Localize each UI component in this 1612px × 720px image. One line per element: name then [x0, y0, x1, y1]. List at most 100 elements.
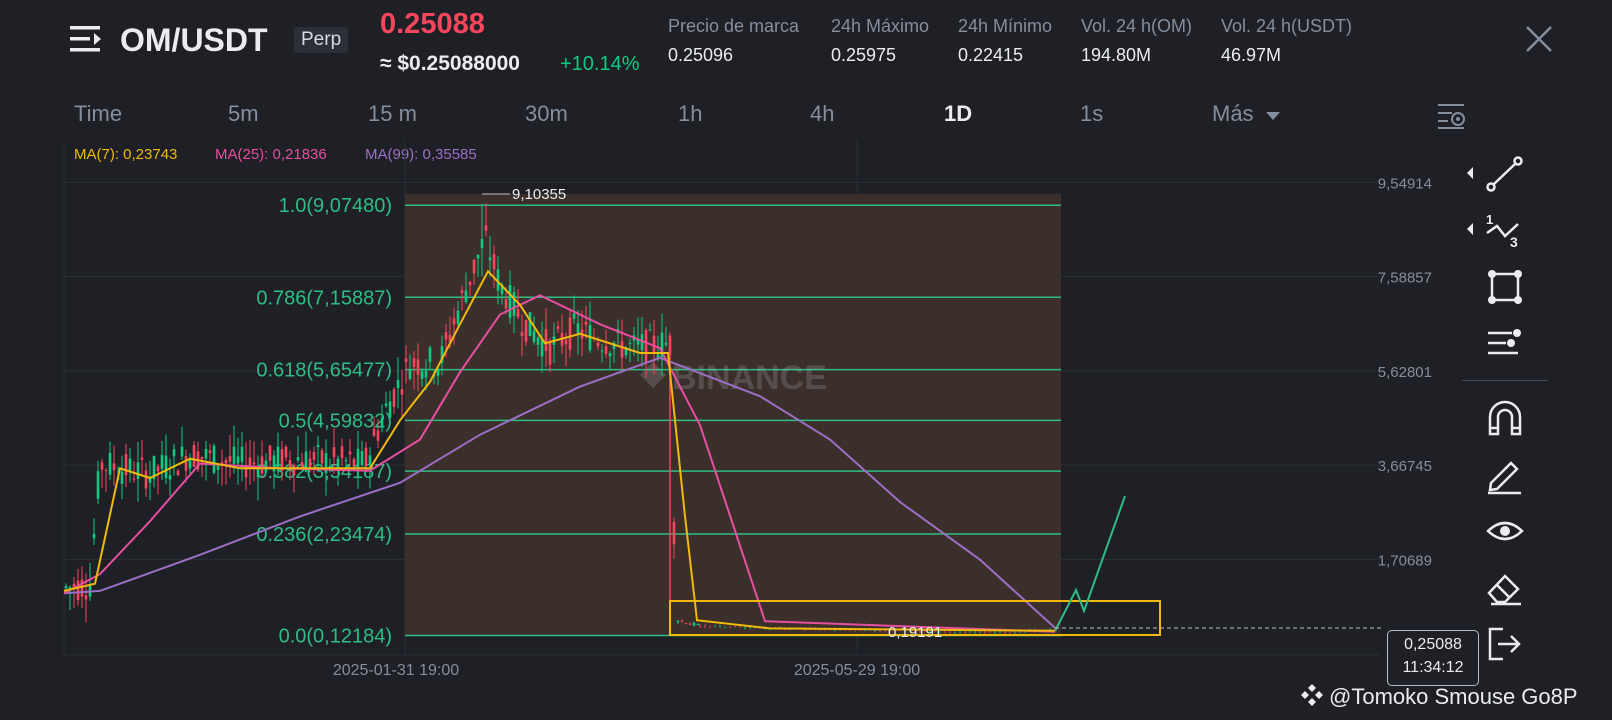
candle-body: [284, 446, 288, 458]
candle-body: [508, 284, 512, 318]
stat-label-24h-low: 24h Mínimo: [958, 16, 1053, 36]
tab-time[interactable]: Time: [74, 101, 122, 127]
time-axis-label: 2025-05-29 19:00: [794, 662, 920, 679]
svg-text:1: 1: [1486, 212, 1493, 227]
candle-body: [292, 464, 296, 476]
candle-body: [344, 459, 348, 461]
candle-body: [692, 622, 696, 626]
candle-body: [532, 330, 536, 343]
indicator-list-icon[interactable]: [1485, 323, 1525, 363]
chevron-down-icon: [1265, 112, 1280, 120]
toolbar-divider: [1462, 380, 1548, 381]
candle-body: [184, 456, 188, 471]
candle-body: [400, 389, 404, 395]
author-credit: @Tomoko Smouse Go8P: [1299, 682, 1578, 710]
candle-body: [420, 371, 424, 379]
fib-background: [405, 194, 1061, 635]
candle-body: [348, 451, 352, 455]
change-percent: +10.14%: [560, 53, 640, 75]
tab-15m[interactable]: 15 m: [368, 101, 417, 127]
candle-body: [444, 332, 448, 340]
expand-arrow-icon[interactable]: [1465, 222, 1475, 236]
tab-5m[interactable]: 5m: [228, 101, 259, 127]
tab-1s[interactable]: 1s: [1080, 101, 1103, 127]
candle-body: [476, 254, 480, 259]
candle-countdown: 11:34:12: [1402, 659, 1464, 676]
candle-body: [340, 446, 344, 459]
candle-body: [648, 329, 652, 331]
candle-body: [416, 359, 420, 375]
candle-body: [684, 623, 688, 625]
chart-settings-icon[interactable]: [1436, 100, 1468, 130]
candle-body: [308, 458, 312, 467]
candle-body: [428, 347, 432, 362]
close-icon[interactable]: [1524, 24, 1554, 54]
contract-badge: Perp: [294, 27, 349, 53]
candle-body: [156, 466, 160, 472]
candle-body: [100, 462, 104, 470]
candle-body: [468, 281, 472, 286]
menu-icon[interactable]: [70, 22, 104, 56]
candle-body: [424, 370, 428, 378]
fib-label: 0.0(0,12184): [279, 626, 392, 648]
low-label: 0,19191: [888, 624, 942, 641]
candle-body: [516, 308, 520, 317]
candle-body: [208, 450, 212, 454]
stat-value-24h-low: 0.22415: [958, 45, 1024, 65]
magnet-icon[interactable]: [1485, 398, 1525, 438]
price-axis-label: 7,58857: [1378, 270, 1432, 287]
candle-body: [396, 379, 400, 388]
candle-body: [160, 454, 164, 469]
candle-body: [604, 345, 608, 354]
current-price-tag: 0,25088 11:34:12: [1387, 630, 1479, 686]
candle-body: [688, 623, 692, 625]
trend-line-icon[interactable]: [1485, 154, 1525, 194]
eraser-icon[interactable]: [1485, 567, 1525, 607]
candle-body: [356, 448, 360, 468]
tab-more[interactable]: Más: [1212, 101, 1280, 127]
candle-body: [140, 457, 144, 460]
candle-body: [132, 478, 136, 480]
expand-arrow-icon[interactable]: [1465, 166, 1475, 180]
tab-1d[interactable]: 1D: [944, 101, 972, 127]
candle-body: [488, 257, 492, 261]
candle-body: [544, 329, 548, 351]
tab-1h[interactable]: 1h: [678, 101, 702, 127]
candle-body: [84, 595, 88, 600]
exit-icon[interactable]: [1485, 624, 1525, 664]
candle-body: [316, 444, 320, 448]
candle-body: [676, 620, 680, 622]
pencil-icon[interactable]: [1485, 455, 1525, 495]
eye-icon[interactable]: [1485, 511, 1525, 551]
candle-body: [652, 335, 656, 353]
candle-body: [128, 458, 132, 472]
candle-body: [376, 430, 380, 441]
candle-body: [112, 463, 116, 471]
stat-label-vol-usdt: Vol. 24 h(USDT): [1221, 16, 1353, 36]
shape-icon[interactable]: [1485, 267, 1525, 307]
price-chart[interactable]: 1.0(9,07480) 0.786(7,15887) 0.618(5,65477)…: [0, 140, 1450, 720]
candle-body: [104, 469, 108, 471]
candle-body: [492, 254, 496, 270]
candle-body: [596, 342, 600, 347]
candle-body: [300, 462, 304, 469]
pair-title[interactable]: OM/USDT: [120, 22, 268, 59]
candle-body: [108, 453, 112, 475]
stat-value-vol-om: 194.80M: [1081, 45, 1152, 65]
candle-body: [388, 401, 392, 418]
candle-body: [216, 465, 220, 470]
tab-30m[interactable]: 30m: [525, 101, 568, 127]
candle-body: [268, 445, 272, 461]
candle-body: [452, 318, 456, 325]
candle-body: [64, 586, 68, 589]
candle-body: [204, 448, 208, 459]
price-axis-label: 1,70689: [1378, 552, 1432, 569]
candle-body: [628, 342, 632, 344]
fib-region: [405, 194, 1061, 635]
tab-4h[interactable]: 4h: [810, 101, 834, 127]
candle-body: [644, 330, 648, 363]
projection-line: [1054, 495, 1126, 632]
candle-body: [240, 446, 244, 462]
fib-tool-icon[interactable]: 1 3: [1485, 211, 1525, 251]
fib-label: 0.236(2,23474): [256, 524, 392, 546]
